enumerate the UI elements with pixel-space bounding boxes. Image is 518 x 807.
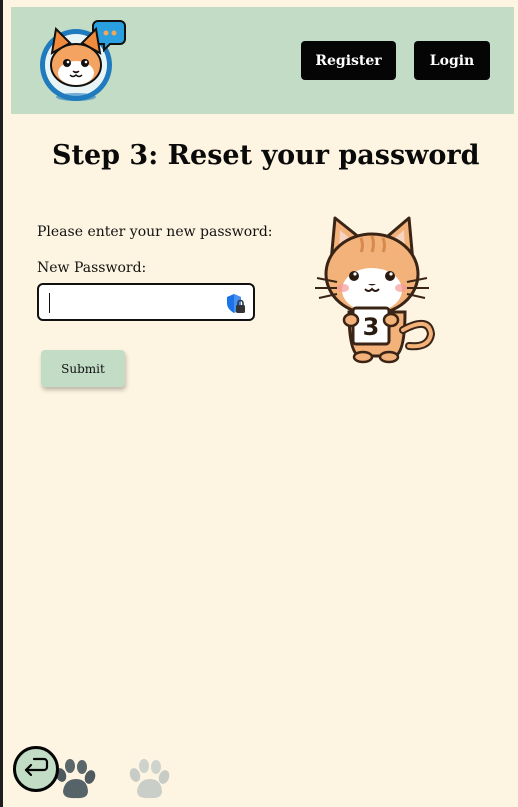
register-button[interactable]: Register	[301, 41, 396, 80]
page-title: Step 3: Reset your password	[52, 140, 480, 171]
login-button[interactable]: Login	[414, 41, 490, 80]
text-cursor	[49, 293, 50, 313]
paw-print-light-icon	[129, 759, 170, 799]
submit-button[interactable]: Submit	[41, 350, 125, 387]
return-arrow-icon	[24, 757, 49, 777]
illustration-badge-number: 3	[363, 313, 380, 341]
page: Register Login Step 3: Reset your passwo…	[3, 0, 518, 807]
cat-logo-icon[interactable]	[36, 15, 126, 105]
instructions-text: Please enter your new password:	[37, 224, 273, 240]
cat-holding-sign-illustration: 3	[315, 216, 436, 364]
site-header: Register Login	[11, 7, 514, 114]
new-password-field[interactable]	[37, 283, 255, 321]
new-password-input[interactable]	[47, 290, 217, 314]
new-password-label: New Password:	[37, 260, 147, 276]
back-button[interactable]	[13, 746, 59, 792]
password-manager-shield-icon[interactable]	[225, 293, 247, 315]
